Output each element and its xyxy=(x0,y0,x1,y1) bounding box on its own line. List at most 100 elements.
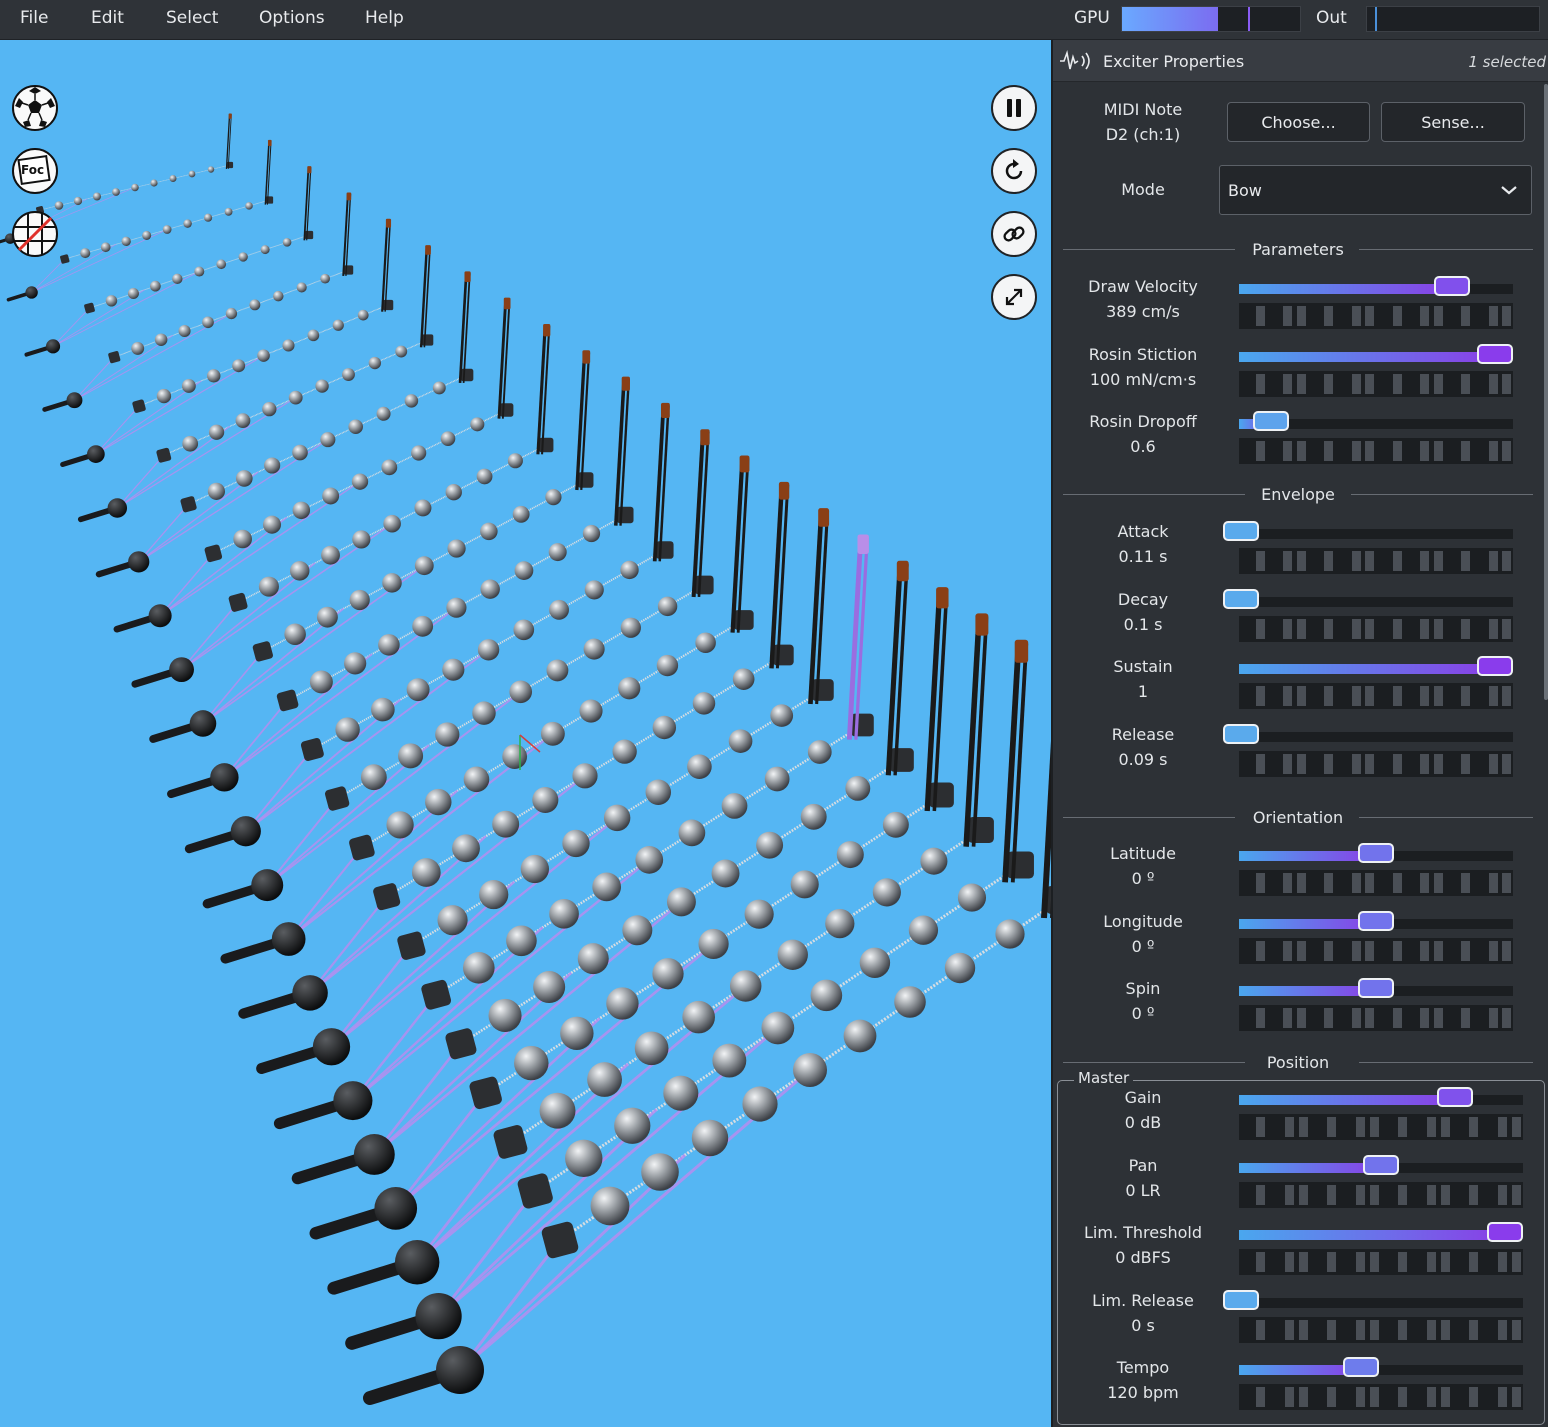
ball-icon[interactable] xyxy=(11,84,59,132)
mass-ball xyxy=(463,951,495,984)
choose-button[interactable]: Choose... xyxy=(1227,102,1370,142)
mass-ball xyxy=(732,668,755,690)
mass-ball xyxy=(712,1043,747,1078)
longitude-modulation-strip[interactable] xyxy=(1239,938,1513,964)
longitude-slider-thumb[interactable] xyxy=(1358,911,1394,931)
decay-modulation-strip[interactable] xyxy=(1239,616,1513,642)
parameters-title: Parameters xyxy=(1252,240,1344,259)
mode-select[interactable]: Bow xyxy=(1219,165,1532,215)
attack-slider-thumb[interactable] xyxy=(1223,521,1259,541)
attack-slider[interactable] xyxy=(1223,521,1513,541)
modulation-cell xyxy=(1365,1008,1374,1028)
lim-release-modulation-strip[interactable] xyxy=(1239,1317,1523,1343)
envelope-title: Envelope xyxy=(1261,485,1335,504)
sustain-modulation-strip[interactable] xyxy=(1239,683,1513,709)
link-button[interactable] xyxy=(991,211,1037,257)
lim-release-slider-thumb[interactable] xyxy=(1223,1290,1259,1310)
modulation-cell xyxy=(1256,754,1265,774)
latitude-label: Latitude 0 º xyxy=(1053,841,1233,891)
pause-button[interactable] xyxy=(991,85,1037,131)
panel-scrollbar[interactable] xyxy=(1544,84,1548,700)
menu-select[interactable]: Select xyxy=(166,8,218,28)
pan-modulation-strip[interactable] xyxy=(1239,1182,1523,1208)
mass-ball xyxy=(235,470,253,487)
draw-velocity-slider-thumb[interactable] xyxy=(1434,276,1470,296)
sense-button[interactable]: Sense... xyxy=(1381,102,1525,142)
menu-file[interactable]: File xyxy=(20,8,48,28)
rosin-dropoff-value: 0.6 xyxy=(1130,437,1156,456)
rosin-dropoff-modulation-strip[interactable] xyxy=(1239,438,1513,464)
latitude-slider-thumb[interactable] xyxy=(1358,843,1394,863)
modulation-cell xyxy=(1502,941,1511,961)
anchor-block xyxy=(733,610,754,630)
rosin-dropoff-name: Rosin Dropoff xyxy=(1089,412,1197,431)
decay-slider-thumb[interactable] xyxy=(1223,589,1259,609)
anchor-block xyxy=(300,738,324,761)
mass-ball xyxy=(80,248,91,259)
rosin-dropoff-slider[interactable] xyxy=(1239,411,1513,431)
pan-value: 0 LR xyxy=(1125,1181,1161,1200)
rosin-stiction-modulation-strip[interactable] xyxy=(1239,371,1513,397)
menu-help[interactable]: Help xyxy=(365,8,404,28)
mass-ball xyxy=(320,432,336,448)
lim-threshold-modulation-strip[interactable] xyxy=(1239,1249,1523,1275)
release-modulation-strip[interactable] xyxy=(1239,751,1513,777)
mode-label: Mode xyxy=(1121,180,1165,199)
rosin-dropoff-slider-thumb[interactable] xyxy=(1253,411,1289,431)
spin-slider-thumb[interactable] xyxy=(1358,978,1394,998)
tempo-slider[interactable] xyxy=(1239,1357,1523,1377)
latitude-slider[interactable] xyxy=(1239,843,1513,863)
mass-ball xyxy=(232,359,246,373)
latitude-modulation-strip[interactable] xyxy=(1239,870,1513,896)
mass-ball xyxy=(224,207,233,216)
3d-viewport[interactable]: Foc xyxy=(0,40,1051,1427)
spin-modulation-strip[interactable] xyxy=(1239,1005,1513,1031)
menu-edit[interactable]: Edit xyxy=(91,8,124,28)
gain-slider-thumb[interactable] xyxy=(1437,1087,1473,1107)
mass-ball xyxy=(825,908,855,939)
mass-ball xyxy=(520,854,550,884)
spin-slider[interactable] xyxy=(1239,978,1513,998)
rosin-stiction-slider[interactable] xyxy=(1239,344,1513,364)
draw-velocity-slider[interactable] xyxy=(1239,276,1513,296)
reset-icon xyxy=(1005,159,1023,180)
pan-slider[interactable] xyxy=(1239,1155,1523,1175)
mass-ball xyxy=(262,515,282,534)
attack-modulation-strip[interactable] xyxy=(1239,548,1513,574)
mic-knob xyxy=(436,1346,484,1394)
modulation-cell xyxy=(1370,1185,1379,1205)
modulation-cell xyxy=(1420,873,1429,893)
lim-release-slider[interactable] xyxy=(1223,1290,1523,1310)
bow-frog xyxy=(936,587,949,609)
longitude-slider[interactable] xyxy=(1239,911,1513,931)
release-name: Release xyxy=(1111,725,1175,744)
expand-button[interactable] xyxy=(991,274,1037,320)
pan-slider-thumb[interactable] xyxy=(1363,1155,1399,1175)
tempo-slider-thumb[interactable] xyxy=(1343,1357,1379,1377)
tempo-modulation-strip[interactable] xyxy=(1239,1384,1523,1410)
release-slider[interactable] xyxy=(1223,724,1513,744)
lim-threshold-slider-thumb[interactable] xyxy=(1487,1222,1523,1242)
physics-scene[interactable] xyxy=(0,40,1051,1427)
gain-slider[interactable] xyxy=(1239,1087,1523,1107)
reset-button[interactable] xyxy=(991,148,1037,194)
grid-off-icon[interactable] xyxy=(11,210,59,258)
lim-threshold-slider[interactable] xyxy=(1239,1222,1523,1242)
modulation-cell xyxy=(1461,441,1470,461)
mass-ball xyxy=(273,290,284,302)
sustain-slider-thumb[interactable] xyxy=(1477,656,1513,676)
menu-options[interactable]: Options xyxy=(259,8,325,28)
focus-icon[interactable]: Foc xyxy=(11,147,59,195)
rosin-stiction-slider-thumb[interactable] xyxy=(1477,344,1513,364)
release-slider-thumb[interactable] xyxy=(1223,724,1259,744)
decay-slider[interactable] xyxy=(1223,589,1513,609)
gain-modulation-strip[interactable] xyxy=(1239,1114,1523,1140)
modulation-cell xyxy=(1324,306,1333,326)
panel-header: Exciter Properties 1 selected xyxy=(1053,40,1548,82)
mass-ball xyxy=(488,998,522,1032)
mass-ball xyxy=(289,561,310,581)
sustain-slider[interactable] xyxy=(1239,656,1513,676)
pan-label: Pan 0 LR xyxy=(1053,1153,1233,1203)
modulation-cell xyxy=(1297,619,1306,639)
draw-velocity-modulation-strip[interactable] xyxy=(1239,303,1513,329)
